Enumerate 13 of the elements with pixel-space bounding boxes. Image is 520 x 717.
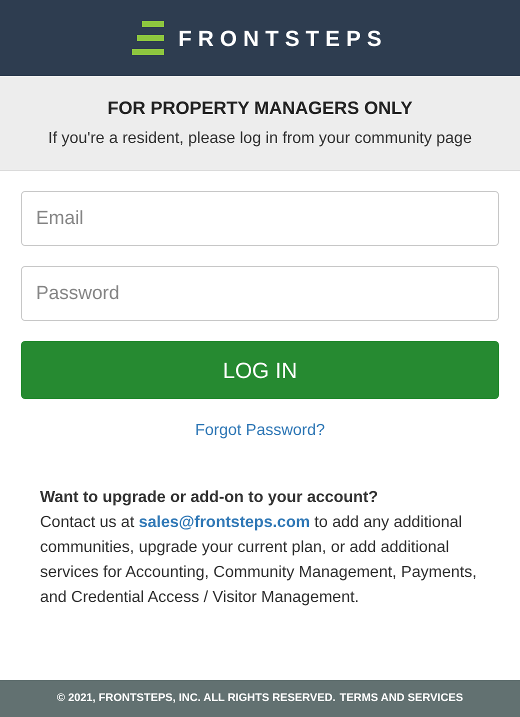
sales-email-link[interactable]: sales@frontsteps.com [138,514,310,531]
upsell-title: Want to upgrade or add-on to your account? [40,488,380,508]
forgot-password-link[interactable]: Forgot Password? [195,419,325,443]
notice-subtitle: If you're a resident, please log in from your community page [48,129,472,149]
notice-title: FOR PROPERTY MANAGERS ONLY [107,97,413,120]
copyright-text: © 2021, FRONTSTEPS, INC. ALL RIGHTS RESERVED. [56,691,336,706]
logo-icon [132,21,166,55]
upsell-text: Contact us at sales@frontsteps.com to add any additional communities, upgrade your current plan, or add additional services for Accounting, Community Management, Payments, and Credential Access / Visitor Management. [40,513,478,608]
logo-wordmark: FRONTSTEPS [178,24,388,52]
password-field[interactable]: Password [21,266,499,321]
login-button[interactable]: LOG IN [21,341,499,399]
terms-link[interactable]: TERMS AND SERVICES [340,690,464,707]
email-field[interactable]: Email [21,191,499,246]
